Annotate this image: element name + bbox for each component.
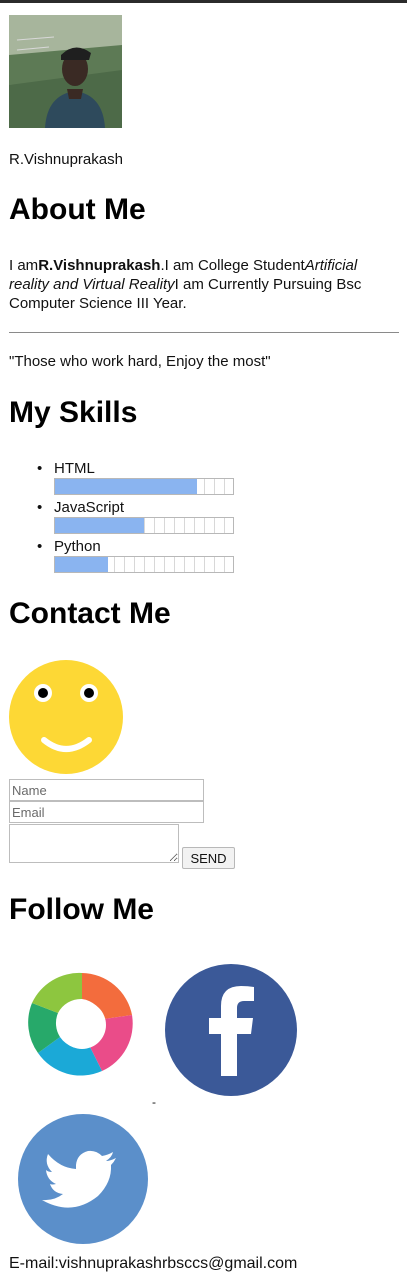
about-mid: .I am College Student bbox=[160, 257, 305, 274]
skill-progress-bar bbox=[54, 517, 234, 534]
email-address: E-mail:vishnuprakashrbsccs@gmail.com bbox=[9, 1255, 298, 1272]
skill-label: HTML bbox=[54, 460, 95, 477]
skill-progress-bar bbox=[54, 478, 234, 495]
bullet-icon: • bbox=[37, 538, 43, 555]
about-intro: I am bbox=[9, 257, 39, 274]
skill-label: JavaScript bbox=[54, 499, 125, 516]
skill-progress-fill bbox=[55, 479, 198, 494]
skill-progress-fill bbox=[55, 518, 144, 533]
bullet-icon: • bbox=[37, 499, 43, 516]
profile-name: R.Vishnuprakash bbox=[9, 151, 123, 168]
twitter-icon[interactable] bbox=[18, 1114, 148, 1244]
name-field[interactable] bbox=[9, 779, 204, 801]
skill-item-javascript: • JavaScript bbox=[37, 498, 234, 537]
skill-item-python: • Python bbox=[37, 537, 234, 576]
about-text: I amR.Vishnuprakash.I am College Student… bbox=[9, 256, 394, 313]
profile-photo bbox=[9, 15, 122, 128]
email-field[interactable] bbox=[9, 801, 204, 823]
smiley-face-icon bbox=[9, 660, 123, 774]
skills-list: • HTML • JavaScript • Python bbox=[37, 459, 234, 576]
send-button[interactable]: SEND bbox=[182, 847, 235, 869]
facebook-icon[interactable] bbox=[165, 964, 297, 1096]
skill-progress-bar bbox=[54, 556, 234, 573]
skill-label: Python bbox=[54, 538, 101, 555]
skill-item-html: • HTML bbox=[37, 459, 234, 498]
separator: - bbox=[152, 1095, 156, 1109]
divider bbox=[9, 332, 399, 333]
quote: "Those who work hard, Enjoy the most" bbox=[9, 353, 271, 370]
about-heading: About Me bbox=[9, 193, 146, 226]
bullet-icon: • bbox=[37, 460, 43, 477]
skills-heading: My Skills bbox=[9, 396, 138, 429]
message-textarea[interactable] bbox=[9, 824, 179, 863]
contact-heading: Contact Me bbox=[9, 597, 171, 630]
sololearn-icon[interactable] bbox=[24, 967, 140, 1083]
follow-heading: Follow Me bbox=[9, 893, 154, 926]
skill-progress-fill bbox=[55, 557, 109, 572]
about-name-bold: R.Vishnuprakash bbox=[38, 257, 161, 274]
